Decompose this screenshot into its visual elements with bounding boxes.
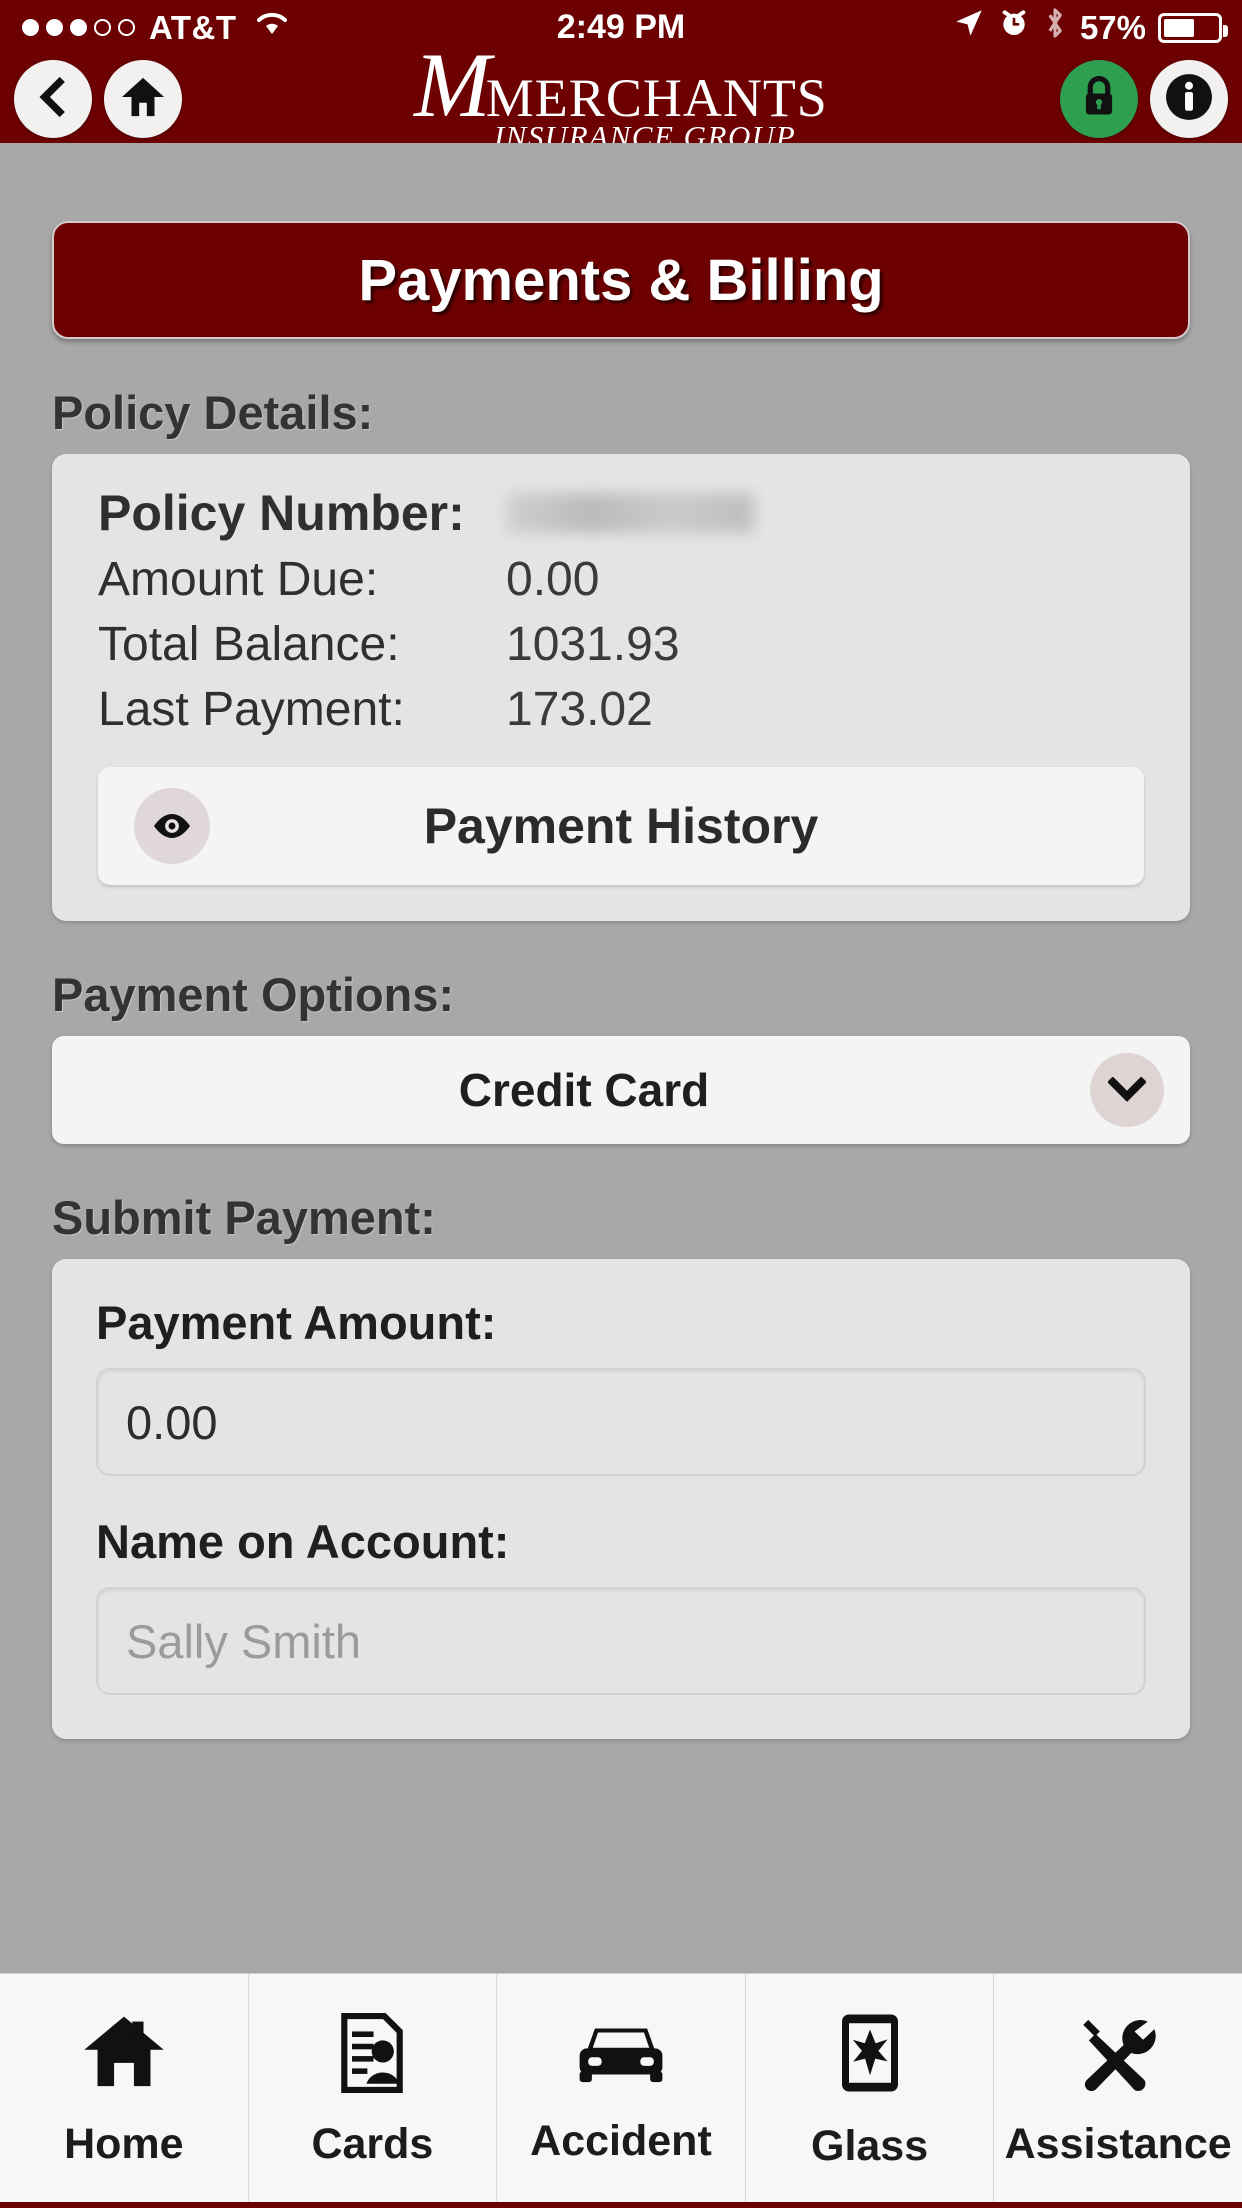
logo-initial: M <box>414 34 492 136</box>
battery-icon <box>1158 12 1228 43</box>
submit-payment-card: Payment Amount: 0.00 Name on Account: Sa… <box>52 1259 1190 1739</box>
car-front-icon <box>575 2016 667 2095</box>
last-payment-value: 173.02 <box>506 683 653 736</box>
page-title-text: Payments & Billing <box>358 247 884 313</box>
back-button[interactable] <box>14 60 92 138</box>
lock-icon <box>1078 74 1120 125</box>
table-row: Last Payment: 173.02 <box>98 682 1144 737</box>
payment-method-selected-value: Credit Card <box>458 1064 710 1116</box>
last-payment-label: Last Payment: <box>98 683 405 736</box>
payment-history-label: Payment History <box>423 798 819 854</box>
policy-number-value-redacted <box>506 493 754 533</box>
info-button[interactable] <box>1150 60 1228 138</box>
tab-home-label: Home <box>64 2120 184 2168</box>
total-balance-value: 1031.93 <box>506 618 680 671</box>
name-on-account-label: Name on Account: <box>96 1515 510 1568</box>
tab-home[interactable]: Home <box>0 1974 249 2208</box>
payment-amount-label: Payment Amount: <box>96 1296 497 1349</box>
tab-accident-label: Accident <box>530 2117 712 2165</box>
policy-number-row: Policy Number: <box>98 484 1144 542</box>
status-bar-right: 57% <box>952 6 1228 49</box>
tab-cards[interactable]: Cards <box>249 1974 498 2208</box>
wrench-screwdriver-icon <box>1075 2013 1161 2098</box>
policy-details-heading: Policy Details: <box>52 386 374 439</box>
payment-amount-input[interactable]: 0.00 <box>96 1368 1146 1476</box>
home-button[interactable] <box>104 60 182 138</box>
submit-payment-heading: Submit Payment: <box>52 1191 436 1244</box>
payment-method-select[interactable]: Credit Card <box>52 1036 1190 1144</box>
policy-number-label: Policy Number: <box>98 485 465 541</box>
tab-accident[interactable]: Accident <box>497 1974 746 2208</box>
total-balance-label: Total Balance: <box>98 618 400 671</box>
battery-percent-label: 57% <box>1079 8 1146 46</box>
page-title: Payments & Billing <box>52 221 1190 339</box>
house-icon <box>81 2013 167 2098</box>
policy-details-card: Policy Number: Amount Due: 0.00 Total Ba… <box>52 454 1190 921</box>
merchants-logo: M MERCHANTS INSURANCE GROUP <box>414 34 828 152</box>
chevron-down-icon <box>1090 1053 1164 1127</box>
app-screen: AT&T 2:49 PM 57% M MERCHANTS INSURANCE G… <box>0 0 1242 2208</box>
bottom-tab-bar: Home Cards Accident Glass Assistance <box>0 1973 1242 2208</box>
tab-glass[interactable]: Glass <box>746 1974 995 2208</box>
tab-assistance-label: Assistance <box>1004 2120 1232 2168</box>
amount-due-label: Amount Due: <box>98 553 379 606</box>
id-card-document-icon <box>332 2013 412 2098</box>
chevron-left-icon <box>33 74 73 125</box>
table-row: Total Balance: 1031.93 <box>98 617 1144 672</box>
name-on-account-input[interactable]: Sally Smith <box>96 1587 1146 1695</box>
bluetooth-icon <box>1042 6 1068 49</box>
amount-due-value: 0.00 <box>506 553 600 606</box>
alarm-clock-icon <box>998 7 1030 48</box>
logo-name: MERCHANTS <box>485 68 828 128</box>
eye-icon <box>134 788 210 864</box>
tab-cards-label: Cards <box>311 2120 434 2168</box>
home-icon <box>120 74 166 125</box>
page-content: Payments & Billing Policy Details: Polic… <box>0 143 1242 1973</box>
tab-glass-label: Glass <box>811 2122 929 2170</box>
location-arrow-icon <box>952 6 986 49</box>
secure-lock-button[interactable] <box>1060 60 1138 138</box>
header-right-actions <box>1060 60 1228 138</box>
cracked-phone-glass-icon <box>837 2011 903 2100</box>
payment-options-heading: Payment Options: <box>52 968 455 1021</box>
payment-history-button[interactable]: Payment History <box>98 767 1144 885</box>
table-row: Amount Due: 0.00 <box>98 552 1144 607</box>
header-left-actions <box>14 60 182 138</box>
info-icon <box>1164 72 1214 127</box>
app-header: M MERCHANTS INSURANCE GROUP <box>0 39 1242 152</box>
tab-assistance[interactable]: Assistance <box>994 1974 1242 2208</box>
